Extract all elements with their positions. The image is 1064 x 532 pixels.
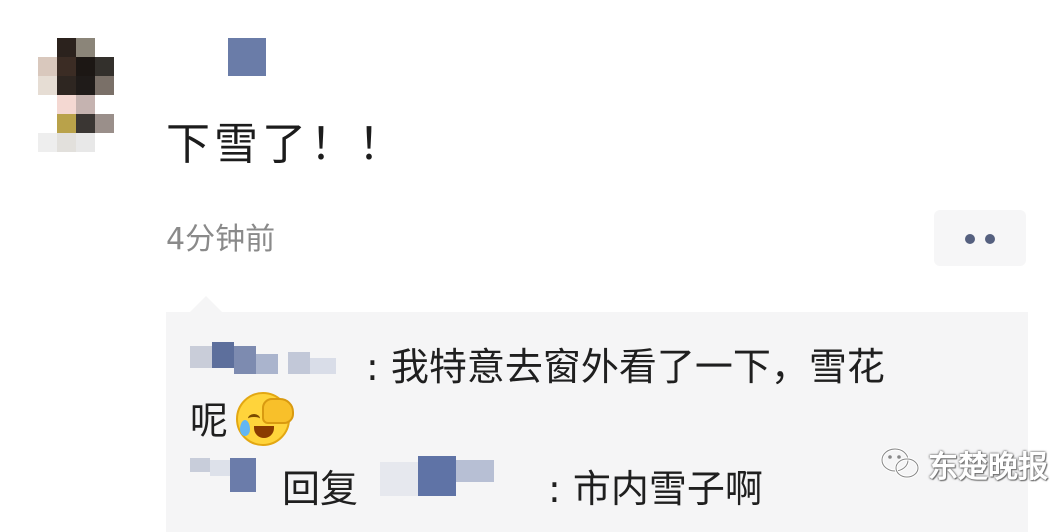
facepalm-crying-emoji-icon [236,392,294,446]
emoji-mouth [254,426,274,438]
avatar-pixel [38,57,57,76]
avatar-pixel [76,57,95,76]
dot-icon [965,234,975,244]
comments-caret [190,296,222,312]
more-actions-button[interactable] [934,210,1026,266]
avatar-pixel [57,38,76,57]
avatar-pixel [38,133,57,152]
name-pixel [456,460,494,482]
avatar-pixel [57,133,76,152]
avatar-pixel [76,76,95,95]
avatar-pixel [76,114,95,133]
wechat-icon [880,447,920,481]
name-pixel [418,456,456,496]
name-pixel [190,346,212,368]
watermark: 东楚晚报 [880,446,1048,485]
avatar-pixel [57,76,76,95]
post-time: 4分钟前 [166,222,276,257]
avatar-pixel [95,114,114,133]
avatar-pixel [57,57,76,76]
name-pixel [210,460,230,476]
avatar-pixel [57,114,76,133]
avatar-pixel [76,133,95,152]
watermark-text: 东楚晚报 [928,450,1048,485]
name-pixel [288,352,310,374]
avatar-pixel [76,95,95,114]
post-text: 下雪了！！ [166,119,406,170]
name-pixel [230,458,256,492]
emoji-hand [262,398,294,424]
name-pixel [256,354,278,374]
name-pixel [310,358,336,374]
comment-text: : 我特意去窗外看了一下，雪花 [366,345,885,389]
name-pixel [190,458,210,472]
avatar-pixel [76,38,95,57]
name-pixel [228,38,266,76]
dot-icon [985,234,995,244]
avatar-pixel [95,57,114,76]
comment-text-cont: 呢 [190,399,229,443]
emoji-eye [248,414,260,423]
avatar-pixel [57,95,76,114]
name-pixel [212,342,234,368]
emoji-tear [240,420,250,436]
avatar-pixel [38,76,57,95]
avatar-pixel [95,76,114,95]
name-pixel [380,462,418,496]
avatar[interactable] [38,38,114,152]
name-pixel [234,346,256,374]
reply-word: 回复 [282,467,359,511]
reply-text: : 市内雪子啊 [548,467,763,511]
